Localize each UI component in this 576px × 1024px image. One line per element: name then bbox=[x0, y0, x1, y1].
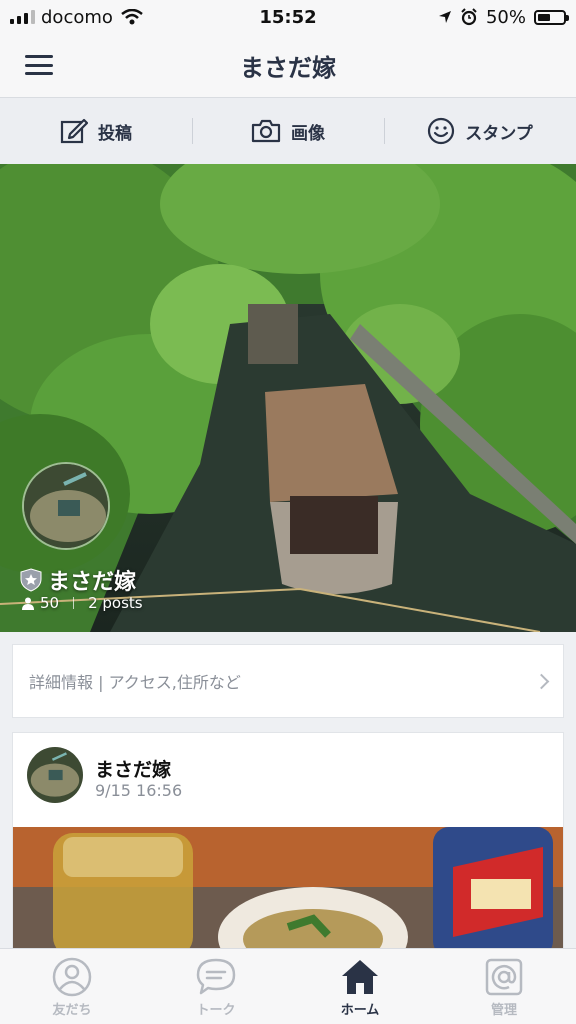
home-icon bbox=[342, 960, 378, 994]
alarm-icon bbox=[461, 8, 477, 26]
post-image[interactable] bbox=[13, 827, 563, 951]
post-card[interactable]: まさだ嫁 9/15 16:56 bbox=[12, 732, 564, 952]
stat-divider bbox=[73, 597, 75, 609]
chat-icon bbox=[196, 958, 236, 995]
compose-icon bbox=[60, 118, 88, 144]
food-photo bbox=[13, 827, 563, 951]
camera-icon bbox=[251, 119, 281, 143]
person-icon bbox=[22, 597, 34, 610]
image-button-label: 画像 bbox=[291, 123, 325, 144]
smiley-icon bbox=[428, 117, 455, 145]
hamburger-icon bbox=[25, 55, 53, 58]
profile-stats: 50 2 posts bbox=[22, 594, 143, 612]
sticker-button-label: スタンプ bbox=[465, 123, 533, 144]
at-sign-icon bbox=[485, 958, 523, 996]
canal-boat-photo bbox=[0, 164, 576, 632]
post-author-avatar[interactable] bbox=[27, 747, 83, 803]
action-bar: 投稿 画像 スタンプ bbox=[0, 98, 576, 164]
app-header: まさだ嫁 bbox=[0, 34, 576, 98]
post-author-name[interactable]: まさだ嫁 bbox=[95, 755, 171, 782]
detail-info-link[interactable]: 詳細情報 | アクセス,住所など bbox=[12, 644, 564, 718]
person-icon bbox=[52, 957, 92, 997]
location-arrow-icon bbox=[438, 11, 451, 23]
chevron-right-icon bbox=[533, 673, 550, 689]
post-count: 2 posts bbox=[88, 594, 143, 612]
battery-percent: 50% bbox=[485, 6, 526, 28]
signal-icon bbox=[10, 10, 35, 24]
battery-icon bbox=[534, 9, 569, 25]
post-timestamp: 9/15 16:56 bbox=[95, 781, 183, 800]
menu-button[interactable] bbox=[24, 52, 54, 78]
sticker-button[interactable]: スタンプ bbox=[384, 98, 576, 164]
tab-friends-label: 友だち bbox=[52, 1003, 92, 1018]
tab-manage[interactable]: 管理 bbox=[432, 949, 576, 1024]
tab-friends[interactable]: 友だち bbox=[0, 949, 144, 1024]
image-button[interactable]: 画像 bbox=[192, 98, 384, 164]
tab-home[interactable]: ホーム bbox=[288, 949, 432, 1024]
status-bar: docomo 15:52 50% bbox=[0, 0, 576, 34]
detail-info-text: 詳細情報 | アクセス,住所など bbox=[29, 673, 241, 692]
post-button[interactable]: 投稿 bbox=[0, 98, 192, 164]
stone-basin-photo bbox=[27, 747, 83, 803]
stone-basin-photo bbox=[24, 464, 108, 548]
tab-manage-label: 管理 bbox=[490, 1003, 517, 1018]
carrier-label: docomo bbox=[41, 6, 113, 28]
profile-name-row: まさだ嫁 bbox=[20, 564, 136, 596]
tab-talk[interactable]: トーク bbox=[144, 949, 288, 1024]
follower-count: 50 bbox=[40, 594, 60, 612]
tab-bar: 友だち トーク ホーム 管理 bbox=[0, 948, 576, 1024]
tab-home-label: ホーム bbox=[340, 1003, 380, 1018]
wifi-icon bbox=[121, 9, 143, 25]
cover-photo[interactable]: まさだ嫁 50 2 posts bbox=[0, 164, 576, 632]
profile-avatar[interactable] bbox=[22, 462, 110, 550]
verified-shield-icon bbox=[20, 568, 42, 592]
profile-name: まさだ嫁 bbox=[48, 570, 137, 595]
post-button-label: 投稿 bbox=[98, 123, 132, 144]
page-title: まさだ嫁 bbox=[240, 54, 336, 82]
tab-talk-label: トーク bbox=[196, 1003, 236, 1018]
